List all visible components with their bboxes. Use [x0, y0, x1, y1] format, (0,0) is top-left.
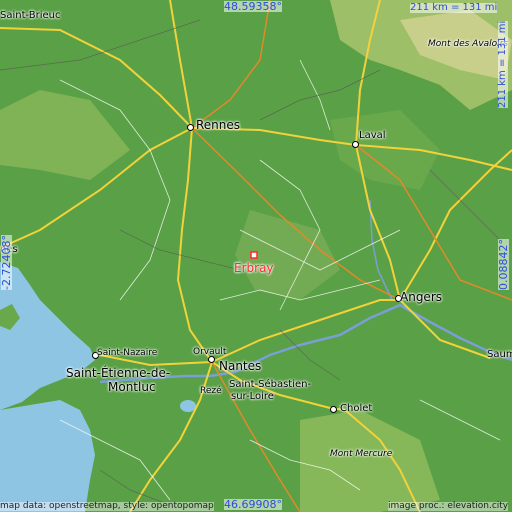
place-label-angers: Angers — [400, 290, 442, 304]
scale-top-label: 211 km = 131 mi — [410, 2, 498, 13]
scale-right-label: 211 km = 131 mi — [497, 20, 508, 108]
place-label-mont-mercure: Mont Mercure — [330, 449, 393, 459]
place-label-nantes: Nantes — [219, 359, 262, 373]
place-label-saint-etienne-line2: Montluc — [108, 380, 156, 394]
credit-image-proc: image proc.: elevation.city — [388, 501, 509, 511]
place-label-saumur: Saum — [487, 349, 512, 360]
erbray-marker[interactable] — [250, 251, 258, 259]
coord-right-label: 0.08842° — [497, 239, 510, 290]
nantes-dot — [208, 356, 215, 363]
place-label-orvault: Orvault — [193, 347, 227, 357]
coord-top-label: 48.59358° — [224, 0, 282, 13]
place-label-rennes: Rennes — [196, 118, 241, 132]
place-label-cholet: Cholet — [340, 403, 373, 414]
rennes-dot — [187, 124, 194, 131]
place-label-saint-brieuc: Saint-Brieuc — [0, 10, 61, 21]
coord-bottom-label: 46.69908° — [224, 498, 282, 511]
place-label-saint-sebastien-line2: sur-Loire — [231, 391, 274, 402]
place-label-saint-etienne-line1: Saint-Étienne-de- — [66, 366, 171, 380]
laval-dot — [352, 141, 359, 148]
cholet-dot — [330, 406, 337, 413]
place-label-laval: Laval — [359, 130, 386, 141]
place-label-reze: Rezé — [200, 386, 222, 396]
coord-left-label: -2.72408° — [0, 235, 13, 290]
credit-map-data: map data: openstreetmap, style: opentopo… — [0, 501, 214, 511]
place-label-saint-nazaire: Saint-Nazaire — [97, 348, 158, 358]
terrain-layer — [0, 0, 512, 512]
place-label-erbray: Erbray — [234, 261, 274, 275]
map-view[interactable]: Saint-Brieuc Rennes Laval Mont des Avalo… — [0, 0, 512, 512]
place-label-saint-sebastien-line1: Saint-Sébastien- — [229, 379, 312, 390]
